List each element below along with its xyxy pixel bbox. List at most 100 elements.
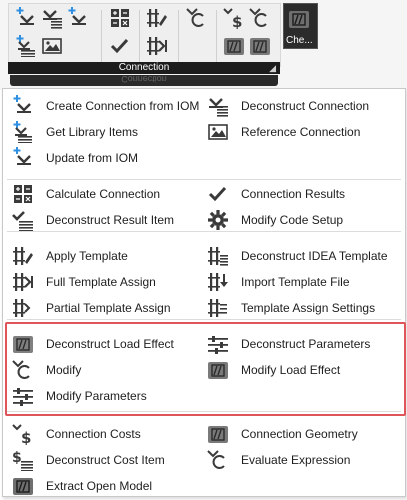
menu-item-label: Partial Template Assign xyxy=(46,301,171,315)
extract-open-model-icon xyxy=(11,474,35,498)
connection-results-icon xyxy=(206,182,230,206)
menu-item-reference-connection[interactable]: Reference Connection xyxy=(206,120,360,144)
extract-open-model-ribbon-button[interactable]: Che... xyxy=(283,3,318,49)
menu-item-label: Connection Geometry xyxy=(241,427,358,441)
menu-item-label: Calculate Connection xyxy=(46,187,161,201)
menu-item-label: Deconstruct Result Item xyxy=(46,213,175,227)
menu-item-evaluate-expression[interactable]: Evaluate Expression xyxy=(206,448,350,472)
menu-item-connection-geometry[interactable]: Connection Geometry xyxy=(206,422,358,446)
menu-item-deconstruct-result-item[interactable]: Deconstruct Result Item xyxy=(11,208,174,232)
connection-results-ribbon-button[interactable] xyxy=(109,36,131,58)
template-assign-ribbon-button[interactable] xyxy=(146,36,168,58)
menu-item-label: Template Assign Settings xyxy=(241,301,376,315)
svg-text:$: $ xyxy=(12,450,22,466)
deconstruct-connection-icon xyxy=(206,94,230,118)
menu-item-gear[interactable]: Modify Code Setup xyxy=(206,208,343,232)
ribbon-group-title[interactable]: Connection ◢ xyxy=(8,62,280,74)
menu-item-extract-open-model[interactable]: Extract Open Model xyxy=(11,474,152,498)
modify-ribbon-button[interactable] xyxy=(186,7,208,32)
menu-item-label: Deconstruct Cost Item xyxy=(46,453,165,467)
deconstruct-result-item-icon xyxy=(11,208,35,232)
update-from-iom-ribbon-button[interactable] xyxy=(67,6,89,32)
ribbon-divider xyxy=(216,10,217,62)
svg-text:$: $ xyxy=(232,13,242,29)
menu-item-connection-results[interactable]: Connection Results xyxy=(206,182,345,206)
connection-geometry-ribbon-button[interactable] xyxy=(223,36,245,58)
partial-template-assign-icon xyxy=(11,296,35,320)
reference-connection-ribbon-button[interactable] xyxy=(41,36,63,58)
menu-item-label: Modify Code Setup xyxy=(241,213,344,227)
ribbon-divider xyxy=(178,10,179,62)
deconstruct-template-icon xyxy=(206,244,230,268)
menu-item-label: Deconstruct Connection xyxy=(241,99,370,113)
menu-item-apply-template[interactable]: Apply Template xyxy=(11,244,128,268)
menu-item-deconstruct-connection[interactable]: Deconstruct Connection xyxy=(206,94,369,118)
menu-item-import-template-file[interactable]: Import Template File xyxy=(206,270,350,294)
deconstruct-connection-icon xyxy=(41,7,63,32)
deconstruct-cost-item-icon: $ xyxy=(11,448,35,472)
menu-separator xyxy=(7,231,401,232)
menu-item-label: Full Template Assign xyxy=(46,275,156,289)
menu-item-template-assign-settings[interactable]: Template Assign Settings xyxy=(206,296,375,320)
full-template-assign-icon xyxy=(11,270,35,294)
update-from-iom-icon xyxy=(11,146,35,170)
menu-item-deconstruct-cost-item[interactable]: $ Deconstruct Cost Item xyxy=(11,448,165,472)
import-template-file-icon xyxy=(206,270,230,294)
template-group-highlight xyxy=(5,322,406,416)
menu-item-label: Connection Results xyxy=(241,187,346,201)
menu-item-label: Reference Connection xyxy=(241,125,361,139)
evaluate-expression-icon xyxy=(249,7,271,32)
template-assign-settings-icon xyxy=(206,296,230,320)
connection-results-icon xyxy=(109,35,131,60)
menu-separator xyxy=(7,319,401,320)
reference-connection-icon xyxy=(41,35,63,60)
modify-load-effect-ribbon-button[interactable] xyxy=(249,36,271,58)
menu-item-deconstruct-template[interactable]: Deconstruct IDEA Template xyxy=(206,244,388,268)
menu-item-label: Deconstruct IDEA Template xyxy=(241,249,388,263)
menu-item-label: Create Connection from IOM xyxy=(46,99,200,113)
svg-text:$: $ xyxy=(21,429,31,445)
menu-item-full-template-assign[interactable]: Full Template Assign xyxy=(11,270,156,294)
get-library-items-icon xyxy=(11,120,35,144)
apply-template-ribbon-button[interactable] xyxy=(146,8,168,30)
extra-button-label: Che... xyxy=(286,35,313,46)
expand-arrow-icon[interactable]: ◢ xyxy=(269,62,276,74)
get-library-items-ribbon-button[interactable] xyxy=(15,34,37,58)
ribbon-reflection: Connection xyxy=(10,75,278,86)
calculate-connection-ribbon-button[interactable] xyxy=(109,8,131,30)
reference-connection-icon xyxy=(206,120,230,144)
menu-item-label: Connection Costs xyxy=(46,427,141,441)
evaluate-expression-ribbon-button[interactable] xyxy=(249,7,271,32)
menu-item-get-library-items[interactable]: Get Library Items xyxy=(11,120,138,144)
menu-item-update-from-iom[interactable]: Update from IOM xyxy=(11,146,138,170)
connection-dropdown-menu: Create Connection from IOM Deconstruct Co… xyxy=(2,88,406,497)
connection-costs-icon: $ xyxy=(223,7,245,32)
menu-separator xyxy=(7,179,401,180)
ribbon-group-label-reflection: Connection xyxy=(121,75,167,84)
connection-costs-ribbon-button[interactable]: $ xyxy=(223,7,245,32)
create-connection-ribbon-button[interactable] xyxy=(15,6,37,32)
menu-item-label: Evaluate Expression xyxy=(241,453,351,467)
connection-ribbon-group: $ xyxy=(8,3,281,67)
menu-item-connection-costs[interactable]: $ Connection Costs xyxy=(11,422,141,446)
create-connection-icon xyxy=(11,94,35,118)
menu-item-create-connection[interactable]: Create Connection from IOM xyxy=(11,94,199,118)
ribbon-divider xyxy=(101,10,102,62)
menu-item-label: Extract Open Model xyxy=(46,479,153,493)
apply-template-icon xyxy=(146,7,168,32)
modify-icon xyxy=(186,7,208,32)
update-from-iom-icon xyxy=(67,6,89,32)
menu-item-calculate-connection[interactable]: Calculate Connection xyxy=(11,182,160,206)
connection-geometry-icon xyxy=(206,422,230,446)
menu-item-label: Import Template File xyxy=(241,275,350,289)
full-template-assign-icon xyxy=(146,35,168,60)
deconstruct-connection-ribbon-button[interactable] xyxy=(41,8,63,30)
menu-item-label: Update from IOM xyxy=(46,151,139,165)
create-connection-icon xyxy=(15,6,37,32)
gear-icon xyxy=(206,208,230,232)
calculate-connection-icon xyxy=(109,7,131,32)
evaluate-expression-icon xyxy=(206,448,230,472)
menu-item-partial-template-assign[interactable]: Partial Template Assign xyxy=(11,296,171,320)
extract-open-model-icon xyxy=(288,8,310,33)
connection-geometry-icon xyxy=(223,35,245,60)
